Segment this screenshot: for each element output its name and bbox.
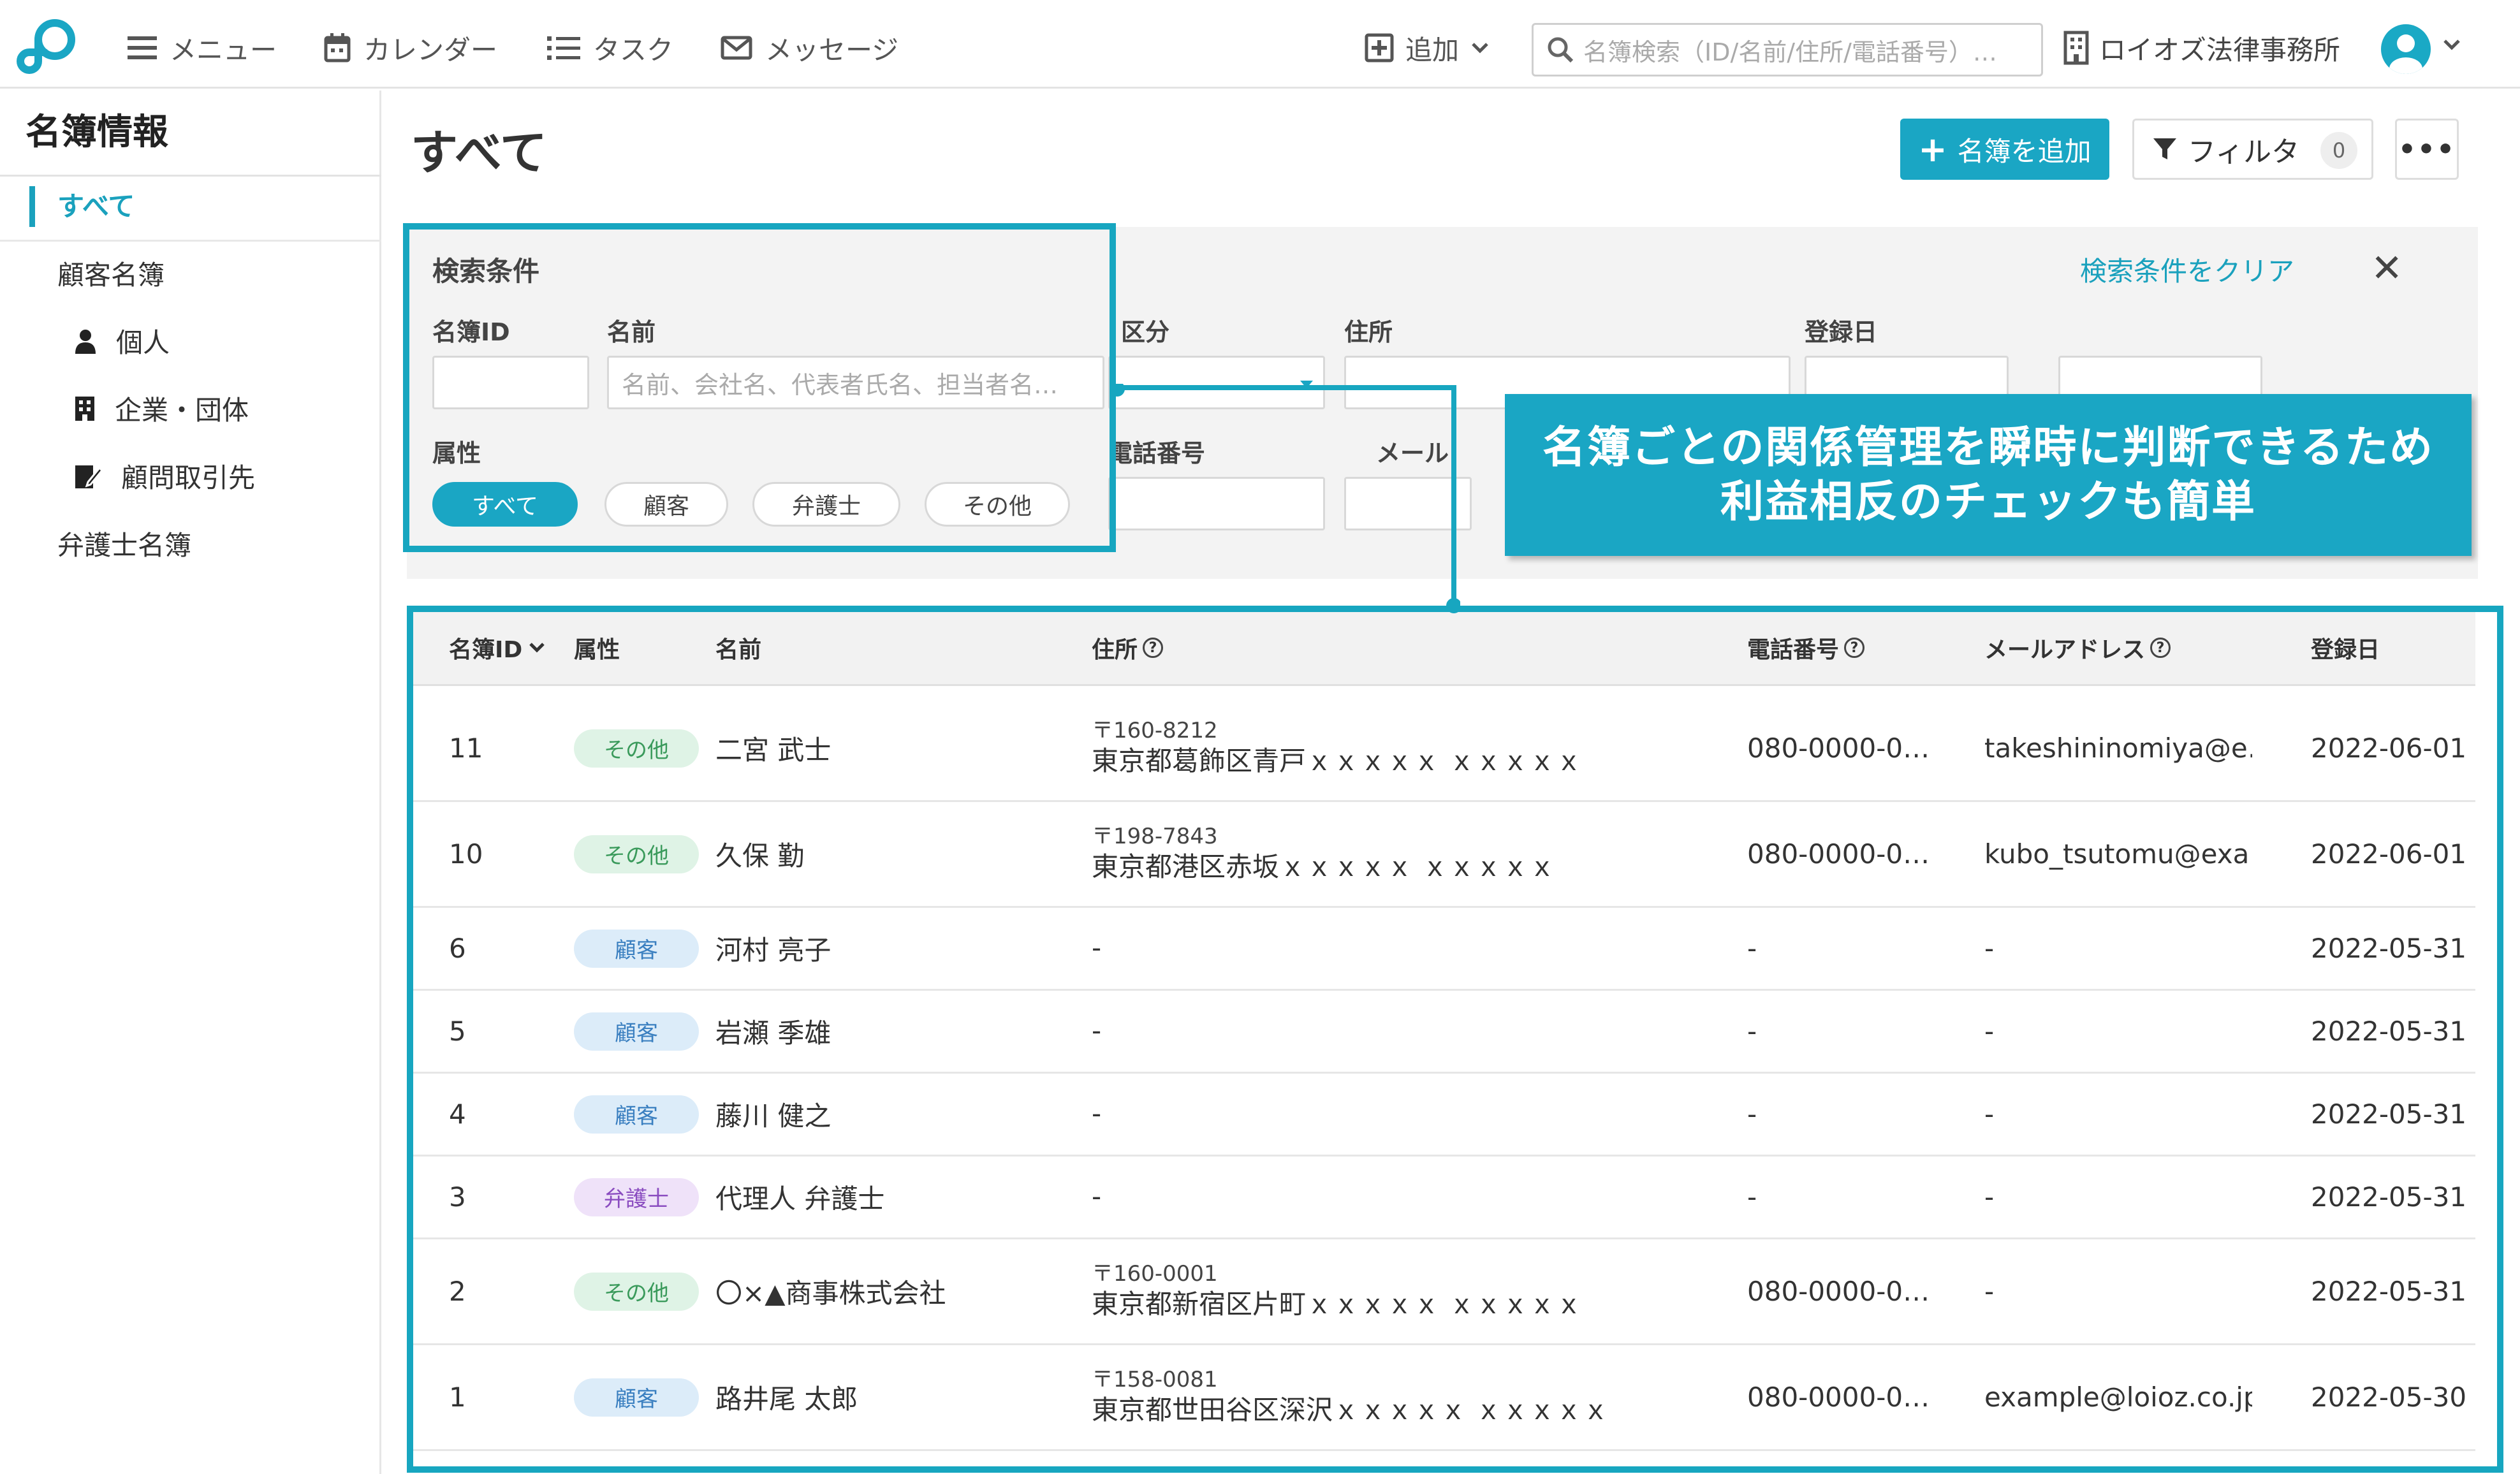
person-icon — [75, 329, 96, 354]
hamburger-icon — [128, 36, 157, 59]
add-entry-label: 名簿を追加 — [1957, 135, 2091, 167]
user-avatar[interactable] — [2381, 24, 2431, 74]
filter-label-mail: メール — [1376, 439, 1449, 467]
chevron-down-icon[interactable] — [2442, 38, 2461, 51]
page-title: すべて — [411, 126, 547, 180]
sidebar-title: 名簿情報 — [26, 112, 168, 153]
nav-task[interactable]: タスク — [547, 26, 673, 70]
divider — [0, 240, 381, 242]
app-logo[interactable] — [17, 17, 79, 79]
add-entry-button[interactable]: + 名簿を追加 — [1900, 119, 2109, 180]
organization-switcher[interactable]: ロイオズ法律事務所 — [2063, 26, 2340, 70]
organization-name: ロイオズ法律事務所 — [2099, 34, 2341, 66]
filter-kubun-select[interactable] — [1108, 356, 1325, 409]
highlight-frame-table — [407, 606, 2503, 1473]
add-dropdown-label: 追加 — [1405, 34, 1460, 66]
sidebar-item-label: 個人 — [116, 327, 170, 358]
filter-count-badge: 0 — [2320, 132, 2357, 169]
filter-icon — [2153, 138, 2176, 159]
nav-menu-label: メニュー — [170, 34, 277, 66]
filter-label-address: 住所 — [1344, 318, 1393, 346]
divider — [0, 175, 381, 177]
plus-icon: + — [1918, 129, 1947, 170]
sidebar-item-label: 弁護士名簿 — [57, 530, 192, 561]
nav-task-label: タスク — [593, 34, 674, 66]
nav-message-label: メッセージ — [765, 34, 899, 66]
task-list-icon — [547, 36, 580, 60]
global-search-placeholder: 名簿検索（ID/名前/住所/電話番号）… — [1583, 38, 1997, 66]
more-options-button[interactable]: ••• — [2395, 119, 2459, 180]
filter-label-phone: 電話番号 — [1108, 439, 1206, 467]
clear-search-link[interactable]: 検索条件をクリア — [2080, 250, 2294, 289]
filter-phone-input[interactable] — [1108, 477, 1325, 530]
nav-menu[interactable]: メニュー — [128, 26, 277, 70]
close-icon[interactable]: ✕ — [2371, 246, 2403, 291]
sidebar-item-label: 顧客名簿 — [57, 259, 165, 291]
filter-label: フィルタ — [2188, 136, 2300, 168]
nav-calendar-label: カレンダー — [363, 34, 498, 66]
callout-line: 利益相反のチェックも簡単 — [1720, 477, 2256, 527]
sidebar-item-advisory[interactable]: 顧問取引先 — [74, 456, 255, 495]
sidebar-item-customers[interactable]: 顧客名簿 — [57, 254, 165, 293]
plus-square-icon — [1365, 33, 1394, 62]
caret-down-icon — [1300, 381, 1313, 388]
envelope-icon — [721, 36, 752, 60]
search-icon — [1548, 37, 1574, 63]
filter-label-regdate: 登録日 — [1805, 318, 1878, 346]
active-indicator — [29, 186, 35, 227]
filter-label-kubun: 区分 — [1121, 318, 1170, 346]
calendar-icon — [324, 33, 351, 62]
edit-document-icon — [75, 465, 102, 488]
sidebar-item-label: 企業・団体 — [115, 395, 249, 426]
building-icon — [2063, 31, 2089, 65]
callout-line: 名簿ごとの関係管理を瞬時に判断できるため — [1542, 423, 2434, 473]
sidebar-item-individual[interactable]: 個人 — [74, 321, 170, 360]
sidebar-item-all[interactable]: すべて — [57, 185, 135, 224]
sidebar-item-lawyers[interactable]: 弁護士名簿 — [57, 524, 191, 563]
filter-button[interactable]: フィルタ 0 — [2132, 119, 2373, 180]
global-search-input[interactable]: 名簿検索（ID/名前/住所/電話番号）… — [1532, 23, 2043, 77]
building-icon — [75, 396, 94, 421]
nav-calendar[interactable]: カレンダー — [324, 26, 497, 70]
add-dropdown-button[interactable]: 追加 — [1365, 26, 1501, 70]
highlight-frame-search — [403, 223, 1116, 552]
sidebar-item-company[interactable]: 企業・団体 — [74, 389, 249, 428]
chevron-down-icon — [1472, 43, 1488, 54]
callout-box: 名簿ごとの関係管理を瞬時に判断できるため 利益相反のチェックも簡単 — [1505, 394, 2472, 556]
top-bar: メニュー カレンダー タスク メッセージ 追加 名簿検索（ID/名前/住所/電話… — [0, 0, 2520, 89]
nav-message[interactable]: メッセージ — [721, 26, 898, 70]
sidebar: 名簿情報 すべて 顧客名簿 個人 企業・団体 顧問取引先 弁護士名簿 — [0, 91, 381, 1474]
user-icon — [2389, 34, 2422, 74]
sidebar-item-label: 顧問取引先 — [121, 462, 256, 493]
sidebar-item-label: すべて — [57, 191, 135, 222]
filter-mail-input[interactable] — [1344, 477, 1472, 530]
